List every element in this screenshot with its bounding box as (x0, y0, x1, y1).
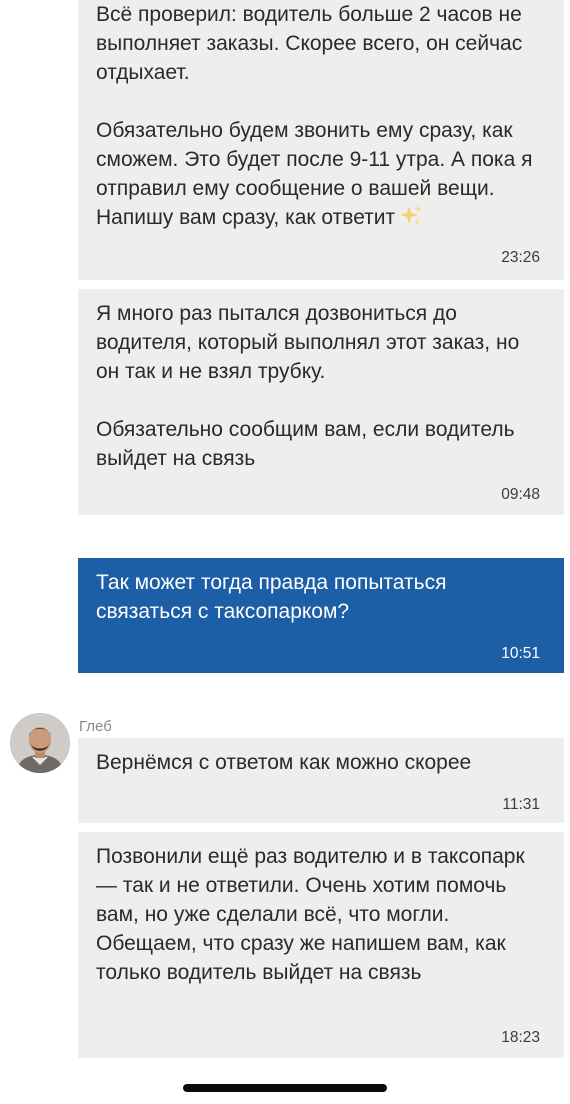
avatar[interactable] (10, 713, 70, 773)
message-text: Я много раз пытался дозвониться до водит… (96, 302, 520, 470)
message-time: 11:31 (502, 796, 540, 813)
home-indicator[interactable] (183, 1084, 387, 1092)
message-text: Всё проверил: водитель больше 2 часов не… (96, 3, 533, 229)
message-bubble-outgoing[interactable]: Так может тогда правда попытаться связат… (78, 558, 564, 673)
message-time: 23:26 (501, 249, 540, 266)
message-bubble[interactable]: Позвонили ещё раз водителю и в таксопарк… (78, 832, 564, 1058)
message-bubble[interactable]: Я много раз пытался дозвониться до водит… (78, 289, 564, 515)
person-photo-icon (10, 713, 70, 773)
message-text: Позвонили ещё раз водителю и в таксопарк… (96, 845, 531, 984)
message-time: 10:51 (501, 645, 540, 662)
message-time: 09:48 (501, 486, 540, 503)
sparkles-icon (399, 204, 423, 236)
message-bubble[interactable]: Вернёмся с ответом как можно скорее 11:3… (78, 738, 564, 823)
message-bubble[interactable]: Всё проверил: водитель больше 2 часов не… (78, 0, 564, 280)
sender-name: Глеб (79, 718, 112, 735)
message-time: 18:23 (501, 1029, 540, 1046)
message-text: Вернёмся с ответом как можно скорее (96, 751, 472, 774)
message-text: Так может тогда правда попытаться связат… (96, 571, 453, 623)
